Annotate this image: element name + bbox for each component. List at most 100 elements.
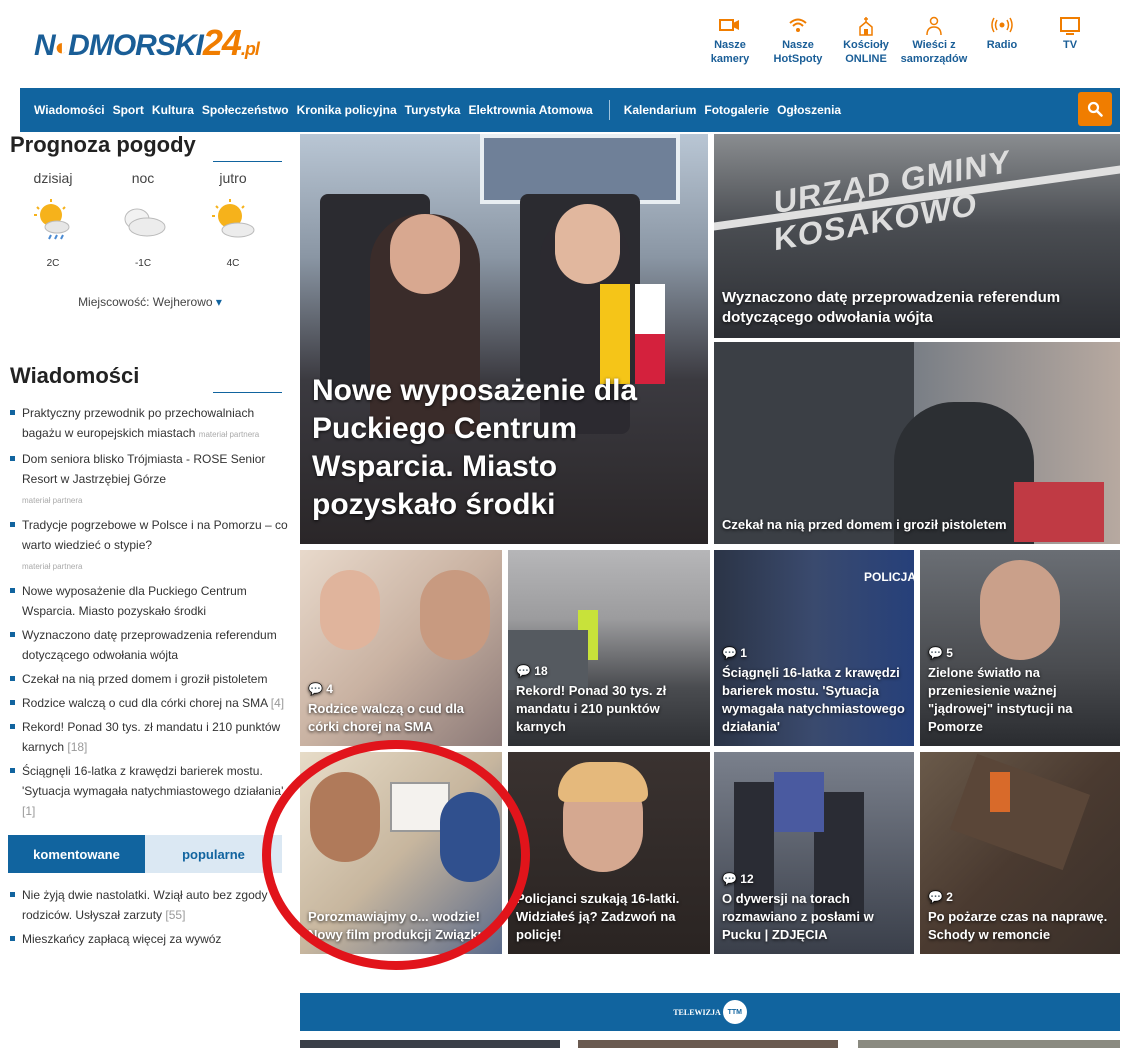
article-tile[interactable]: Policjanci szukają 16-latki. Widziałeś j… [508, 752, 710, 954]
church-icon [832, 16, 900, 38]
top-link-hotspots[interactable]: Nasze HotSpoty [764, 16, 832, 66]
list-item[interactable]: Ściągnęli 16-latka z krawędzi barierek m… [8, 761, 292, 821]
article-title: Po pożarze czas na naprawę. Schody w rem… [928, 909, 1108, 942]
article-title: Wyznaczono datę przeprowadzenia referend… [722, 289, 1061, 326]
annotation-circle [262, 740, 530, 970]
tab-commented[interactable]: komentowane [8, 835, 145, 873]
list-item[interactable]: Rekord! Ponad 30 tys. zł mandatu i 210 p… [8, 717, 292, 757]
weather-day-label: noc [131, 170, 155, 186]
photo-hair [558, 762, 648, 802]
list-item[interactable]: Nie żyją dwie nastolatki. Wziął auto bez… [8, 885, 292, 925]
article-title: Policjanci szukają 16-latki. Widziałeś j… [516, 891, 680, 942]
list-item[interactable]: Wyznaczono datę przeprowadzenia referend… [8, 625, 292, 665]
list-item[interactable]: Rodzice walczą o cud dla córki chorej na… [8, 693, 292, 713]
photo-face [420, 570, 490, 660]
article-tile[interactable]: 💬 4 Rodzice walczą o cud dla córki chore… [300, 550, 502, 746]
sun-rain-cloud-icon [8, 190, 98, 252]
article-title: Zielone światło na przeniesienie ważnej … [928, 665, 1073, 734]
article-caption: 💬 12 O dywersji na torach rozmawiano z p… [722, 870, 906, 944]
weather-day: jutro 4C [188, 170, 278, 269]
news-list: Praktyczny przewodnik po przechowalniach… [8, 403, 292, 821]
tv-logo: TTM [722, 1000, 747, 1024]
top-link-radio[interactable]: Radio [968, 16, 1036, 66]
site-logo[interactable]: N◐DMORSKI24.pl [34, 22, 260, 64]
news-tabs: komentowane popularne [8, 835, 282, 873]
sun-cloud-icon [188, 190, 278, 252]
weather-temp: -1C [134, 258, 152, 269]
list-item[interactable]: Czekał na nią przed domem i groził pisto… [8, 669, 292, 689]
comment-count: 💬 5 [928, 646, 953, 660]
cloud-icon [98, 190, 188, 252]
photo-flag [600, 284, 630, 384]
photo-face [390, 214, 460, 294]
nav-item-fotogalerie[interactable]: Fotogalerie [704, 103, 769, 117]
nav-item-kultura[interactable]: Kultura [152, 103, 194, 117]
article-tile[interactable]: 💬 18 Rekord! Ponad 30 tys. zł mandatu i … [508, 550, 710, 746]
weather-temp: 4C [226, 258, 240, 269]
news-title: Wiadomości [8, 363, 292, 395]
article-title: O dywersji na torach rozmawiano z posłam… [722, 891, 874, 942]
weather-day: dzisiaj 2C [8, 170, 98, 269]
article-caption: 💬 5 Zielone światło na przeniesienie waż… [928, 644, 1112, 736]
photo-face [320, 570, 380, 650]
article-tile[interactable]: 💬 5 Zielone światło na przeniesienie waż… [920, 550, 1120, 746]
list-item[interactable]: Tradycje pogrzebowe w Polsce i na Pomorz… [8, 515, 292, 577]
video-thumb[interactable] [578, 1040, 838, 1048]
article-title: Ściągnęli 16-latka z krawędzi barierek m… [722, 665, 905, 734]
article-caption: 💬 1 Ściągnęli 16-latka z krawędzi barier… [722, 644, 906, 736]
search-button[interactable] [1078, 92, 1112, 126]
article-caption: Policjanci szukają 16-latki. Widziałeś j… [516, 890, 702, 944]
photo-sign: POLICJA [864, 570, 914, 584]
list-item[interactable]: Dom seniora blisko Trójmiasta - ROSE Sen… [8, 449, 292, 511]
article-tile[interactable]: POLICJA 💬 1 Ściągnęli 16-latka z krawędz… [714, 550, 914, 746]
list-item[interactable]: Praktyczny przewodnik po przechowalniach… [8, 403, 292, 445]
radio-icon [968, 16, 1036, 38]
photo-flag [635, 284, 665, 334]
video-thumb[interactable] [858, 1040, 1120, 1048]
comment-count: 💬 2 [928, 890, 953, 904]
nav-item-kronika[interactable]: Kronika policyjna [297, 103, 397, 117]
wifi-icon [764, 16, 832, 38]
location-label: Miejscowość: Wejherowo [78, 295, 213, 309]
top-link-municipalities[interactable]: Wieści z samorządów [900, 16, 968, 66]
nav-divider [608, 100, 610, 120]
video-thumb[interactable] [300, 1040, 560, 1048]
photo-banner [774, 772, 824, 832]
nav-item-elektrownia[interactable]: Elektrownia Atomowa [468, 103, 592, 117]
nav-item-wiadomosci[interactable]: Wiadomości [34, 103, 105, 117]
comment-count: 💬 12 [722, 872, 754, 886]
article-caption: 💬 18 Rekord! Ponad 30 tys. zł mandatu i … [516, 662, 702, 736]
tv-icon [1036, 16, 1104, 38]
location-selector[interactable]: Miejscowość: Wejherowo ▾ [8, 295, 292, 309]
article-caption: 💬 4 Rodzice walczą o cud dla córki chore… [308, 680, 494, 736]
article-tile[interactable]: 💬 12 O dywersji na torach rozmawiano z p… [714, 752, 914, 954]
tv-banner[interactable]: TELEWIZJA TTM [300, 993, 1120, 1031]
weather-temp: 2C [46, 258, 60, 269]
article-title: Rekord! Ponad 30 tys. zł mandatu i 210 p… [516, 683, 667, 734]
list-item[interactable]: Mieszkańcy zapłacą więcej za wywóz [8, 929, 292, 949]
article-title: Czekał na nią przed domem i groził pisto… [722, 517, 1007, 532]
weather-title: Prognoza pogody [8, 132, 292, 164]
list-item[interactable]: Nowe wyposażenie dla Puckiego Centrum Ws… [8, 581, 292, 621]
article-tile[interactable]: Czekał na nią przed domem i groził pisto… [714, 342, 1120, 544]
weather-forecast: dzisiaj 2C noc -1C jutro 4C [8, 170, 292, 269]
sidebar: Prognoza pogody dzisiaj 2C noc -1C jutro… [8, 132, 292, 1048]
featured-title: Nowe wyposażenie dla Puckiego Centrum Ws… [312, 374, 638, 521]
nav-item-spoleczenstwo[interactable]: Społeczeństwo [202, 103, 289, 117]
featured-article[interactable]: Nowe wyposażenie dla Puckiego Centrum Ws… [300, 134, 708, 544]
article-tile[interactable]: URZĄD GMINY KOSAKOWO Wyznaczono datę prz… [714, 134, 1120, 338]
article-tile[interactable]: 💬 2 Po pożarze czas na naprawę. Schody w… [920, 752, 1120, 954]
comment-count: 💬 18 [516, 664, 548, 678]
nav-item-turystyka[interactable]: Turystyka [405, 103, 461, 117]
nav-item-kalendarium[interactable]: Kalendarium [624, 103, 697, 117]
commented-list: Nie żyją dwie nastolatki. Wziął auto bez… [8, 885, 292, 949]
site-header: N◐DMORSKI24.pl Nasze kamery Nasze HotSpo… [0, 0, 1132, 88]
photo-face [555, 204, 620, 284]
top-link-cameras[interactable]: Nasze kamery [696, 16, 764, 66]
photo-door [714, 342, 914, 544]
article-caption: 💬 2 Po pożarze czas na naprawę. Schody w… [928, 888, 1112, 944]
nav-item-sport[interactable]: Sport [113, 103, 144, 117]
top-link-tv[interactable]: TV [1036, 16, 1104, 66]
top-link-churches[interactable]: Kościoły ONLINE [832, 16, 900, 66]
nav-item-ogloszenia[interactable]: Ogłoszenia [777, 103, 841, 117]
